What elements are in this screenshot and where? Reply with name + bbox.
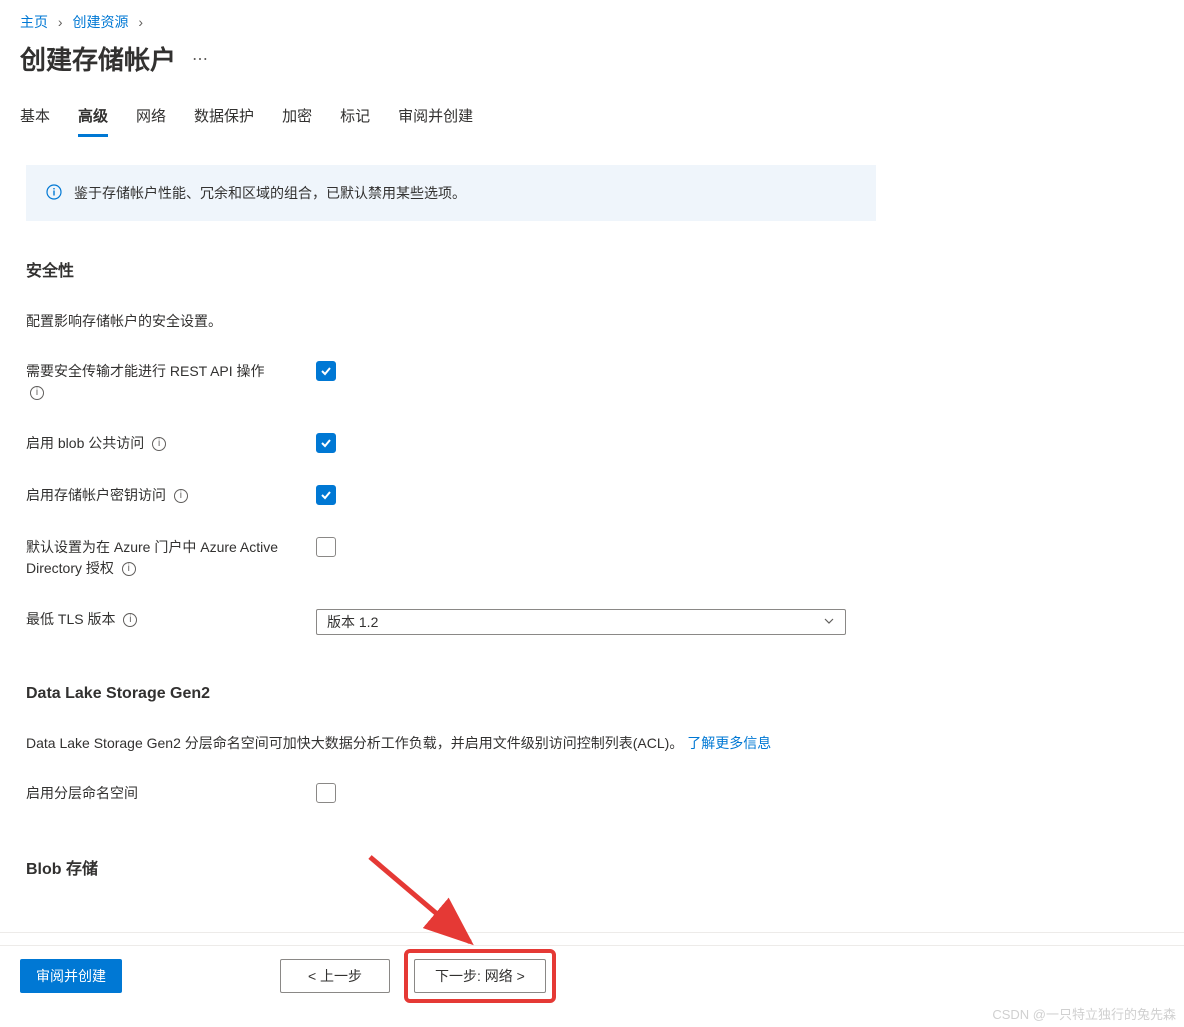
previous-button[interactable]: < 上一步 xyxy=(280,959,390,993)
label-secure-transfer: 需要安全传输才能进行 REST API 操作 i xyxy=(26,361,316,403)
checkbox-blob-public[interactable] xyxy=(316,433,336,453)
breadcrumb-home[interactable]: 主页 xyxy=(20,14,48,30)
info-icon[interactable]: i xyxy=(174,489,188,503)
label-blob-public: 启用 blob 公共访问 i xyxy=(26,433,316,454)
info-icon[interactable]: i xyxy=(30,386,44,400)
section-title-security: 安全性 xyxy=(26,257,1158,281)
next-button[interactable]: 下一步: 网络 > xyxy=(414,959,546,993)
watermark: CSDN @一只特立独行的兔先森 xyxy=(992,1004,1176,1023)
footer: 审阅并创建 < 上一步 下一步: 网络 > xyxy=(0,932,1184,1015)
page-title: 创建存储帐户 xyxy=(20,40,176,77)
checkbox-account-key[interactable] xyxy=(316,485,336,505)
tab-network[interactable]: 网络 xyxy=(136,97,166,137)
chevron-right-icon: › xyxy=(58,14,63,30)
section-desc-security: 配置影响存储帐户的安全设置。 xyxy=(26,311,1158,331)
review-create-button[interactable]: 审阅并创建 xyxy=(20,959,122,993)
tab-encryption[interactable]: 加密 xyxy=(282,97,312,137)
section-title-datalake: Data Lake Storage Gen2 xyxy=(26,685,1158,703)
label-aad-default: 默认设置为在 Azure 门户中 Azure Active Directory … xyxy=(26,537,316,579)
tab-advanced[interactable]: 高级 xyxy=(78,97,108,137)
info-icon[interactable]: i xyxy=(152,437,166,451)
link-learn-more[interactable]: 了解更多信息 xyxy=(687,735,771,751)
select-tls-version[interactable]: 版本 1.2 xyxy=(316,609,846,635)
label-tls-version: 最低 TLS 版本 i xyxy=(26,609,316,630)
chevron-down-icon xyxy=(823,614,835,630)
info-icon xyxy=(46,184,62,200)
label-account-key: 启用存储帐户密钥访问 i xyxy=(26,485,316,506)
select-value: 版本 1.2 xyxy=(327,612,378,632)
section-desc-datalake: Data Lake Storage Gen2 分层命名空间可加快大数据分析工作负… xyxy=(26,733,1158,753)
breadcrumb-create-resource[interactable]: 创建资源 xyxy=(72,14,128,30)
more-icon[interactable]: ⋯ xyxy=(192,49,208,69)
info-banner-text: 鉴于存储帐户性能、冗余和区域的组合，已默认禁用某些选项。 xyxy=(74,183,466,203)
tab-basic[interactable]: 基本 xyxy=(20,97,50,137)
tab-data-protection[interactable]: 数据保护 xyxy=(194,97,254,137)
tab-tags[interactable]: 标记 xyxy=(340,97,370,137)
checkbox-hns[interactable] xyxy=(316,783,336,803)
highlight-next: 下一步: 网络 > xyxy=(404,949,556,1003)
label-hns: 启用分层命名空间 xyxy=(26,783,316,804)
tabs: 基本 高级 网络 数据保护 加密 标记 审阅并创建 xyxy=(0,97,1184,137)
breadcrumb: 主页 › 创建资源 › xyxy=(0,0,1184,40)
info-icon[interactable]: i xyxy=(122,562,136,576)
chevron-right-icon: › xyxy=(138,14,143,30)
info-banner: 鉴于存储帐户性能、冗余和区域的组合，已默认禁用某些选项。 xyxy=(26,165,876,221)
section-title-blob: Blob 存储 xyxy=(26,855,1158,879)
checkbox-aad-default[interactable] xyxy=(316,537,336,557)
checkbox-secure-transfer[interactable] xyxy=(316,361,336,381)
info-icon[interactable]: i xyxy=(123,613,137,627)
tab-review-create[interactable]: 审阅并创建 xyxy=(398,97,473,137)
